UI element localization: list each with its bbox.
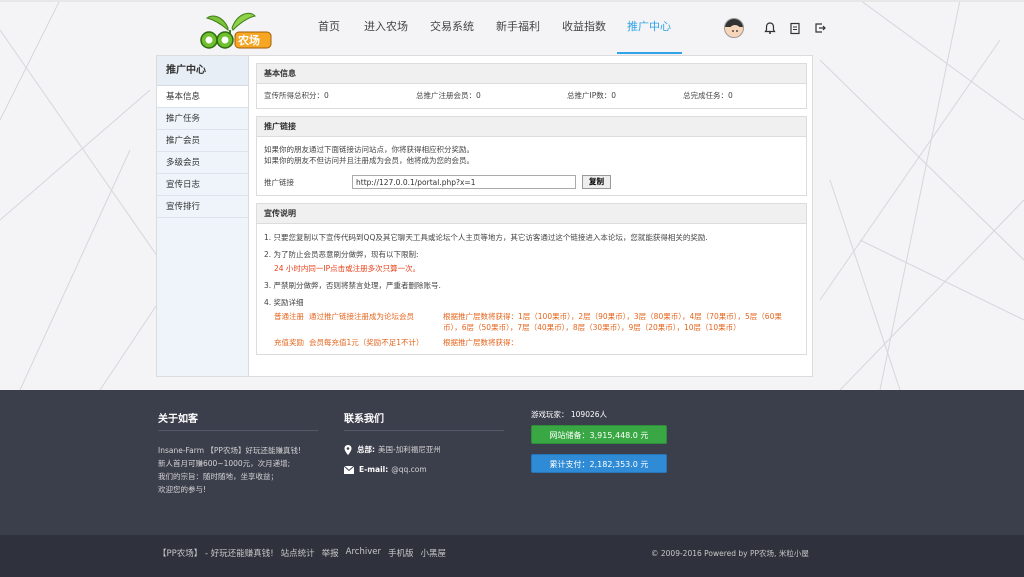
about-title: 关于如客 — [158, 414, 198, 425]
desc-item-2: 2. 为了防止会员恶意刷分做弊，现有以下限制: — [264, 250, 419, 259]
players-count: 游戏玩家： 109026人 — [531, 410, 608, 419]
reward-row-register: 普通注册 通过推广链接注册成为论坛会员 根据推广层数将获得：1层（100果币），… — [264, 311, 799, 333]
promo-link-box: 推广链接 如果你的朋友通过下面链接访问站点，你将获得相应积分奖励。 如果你的朋友… — [256, 116, 807, 196]
promo-link-note-2: 如果你的朋友不但访问并且注册成为会员，他将成为您的会员。 — [264, 156, 474, 165]
bottom-link-report[interactable]: 举报 — [322, 547, 339, 559]
bottom-link-blackroom[interactable]: 小黑屋 — [421, 547, 447, 559]
reward-condition: 通过推广链接注册成为论坛会员 — [309, 312, 414, 321]
header-icons — [724, 18, 827, 38]
bottom-link-slogan[interactable]: 【PP农场】 - 好玩还能赚真钱! — [158, 547, 274, 559]
sidebar-item-promo-log[interactable]: 宣传日志 — [157, 174, 248, 196]
contact-divider — [344, 430, 504, 431]
bell-icon[interactable] — [763, 21, 777, 35]
address-label: 总部: — [357, 445, 375, 454]
about-line: Insane-Farm 【PP农场】好玩还能赚真钱! — [158, 446, 301, 455]
contact-email: E-mail: @qq.com — [344, 465, 427, 474]
copy-button[interactable]: 复制 — [582, 175, 611, 189]
sidebar-title: 推广中心 — [157, 56, 248, 86]
copyright: © 2009-2016 Powered by PP农场, 米粒小屋 — [651, 549, 809, 558]
nav-enter-farm[interactable]: 进入农场 — [353, 2, 419, 54]
desc-item-4: 4. 奖励详细 — [264, 298, 304, 307]
promo-link-label: 推广链接 — [264, 177, 294, 187]
main-content: 基本信息 宣传所得总积分：0 总推广注册会员：0 总推广IP数：0 总完成任务：… — [256, 63, 807, 355]
content-panel: 推广中心 基本信息 推广任务 推广会员 多级会员 宣传日志 宣传排行 基本信息 … — [156, 55, 813, 377]
desc-item-2-rule: 24 小时内同一IP点击或注册多次只算一次。 — [274, 264, 421, 273]
promo-desc-title: 宣传说明 — [257, 204, 806, 224]
promo-desc-box: 宣传说明 1. 只要您复制以下宣传代码到QQ及其它聊天工具或论坛个人主页等地方，… — [256, 203, 807, 355]
stat-completed-tasks: 总完成任务：0 — [683, 91, 733, 100]
site-reserve-badge: 网站储备：3,915,448.0 元 — [531, 425, 667, 444]
sprout-logo[interactable]: 农场 — [195, 6, 275, 52]
clipboard-icon[interactable] — [788, 21, 802, 35]
contact-title: 联系我们 — [344, 414, 384, 425]
bottom-bar: 【PP农场】 - 好玩还能赚真钱! 站点统计 举报 Archiver 手机版 小… — [0, 535, 1024, 577]
about-line: 新人首月可赚600~1000元，次月递增; — [158, 459, 291, 468]
desc-item-1: 1. 只要您复制以下宣传代码到QQ及其它聊天工具或论坛个人主页等地方，其它访客通… — [264, 233, 708, 242]
promo-link-input[interactable] — [352, 175, 576, 189]
sidebar-item-basic-info[interactable]: 基本信息 — [157, 86, 248, 108]
about-text: Insane-Farm 【PP农场】好玩还能赚真钱! 新人首月可赚600~100… — [158, 444, 328, 496]
basic-info-title: 基本信息 — [257, 64, 806, 84]
contact-address: 总部: 美国-加利福尼亚州 — [344, 444, 441, 455]
about-line: 我们的宗旨：随时随地，坐享收益； — [158, 472, 278, 481]
svg-text:农场: 农场 — [237, 33, 260, 47]
sidebar-item-promo-members[interactable]: 推广会员 — [157, 130, 248, 152]
reward-row-recharge: 充值奖励 会员每充值1元（奖励不足1不计） 根据推广层数将获得： — [264, 337, 799, 348]
envelope-icon — [344, 465, 354, 474]
about-divider — [158, 430, 318, 431]
footer: 关于如客 Insane-Farm 【PP农场】好玩还能赚真钱! 新人首月可赚60… — [0, 390, 1024, 535]
desc-item-3: 3. 严禁刷分做弊，否则将禁言处理，严重者删除账号. — [264, 281, 441, 290]
promo-link-title: 推广链接 — [257, 117, 806, 137]
stats-row: 宣传所得总积分：0 总推广注册会员：0 总推广IP数：0 总完成任务：0 — [257, 84, 806, 108]
reward-name: 充值奖励 — [274, 338, 304, 347]
reward-name: 普通注册 — [274, 312, 304, 321]
about-line: 欢迎您的参与! — [158, 485, 207, 494]
sidebar-item-multilevel-members[interactable]: 多级会员 — [157, 152, 248, 174]
map-pin-icon — [344, 444, 352, 455]
bottom-link-stats[interactable]: 站点统计 — [281, 547, 315, 559]
avatar[interactable] — [724, 18, 744, 38]
nav-newbie-benefits[interactable]: 新手福利 — [485, 2, 551, 54]
bottom-link-archiver[interactable]: Archiver — [346, 547, 381, 559]
nav-home[interactable]: 首页 — [307, 2, 351, 54]
bottom-link-mobile[interactable]: 手机版 — [388, 547, 414, 559]
reward-detail: 根据推广层数将获得：1层（100果币），2层（90果币），3层（80果币），4层… — [443, 312, 782, 332]
sidebar-item-promo-ranking[interactable]: 宣传排行 — [157, 196, 248, 218]
logout-icon[interactable] — [813, 21, 827, 35]
promo-link-note-1: 如果你的朋友通过下面链接访问站点，你将获得相应积分奖励。 — [264, 145, 474, 154]
reward-detail: 根据推广层数将获得： — [443, 338, 518, 347]
sidebar-item-promo-tasks[interactable]: 推广任务 — [157, 108, 248, 130]
email-label: E-mail: — [359, 465, 389, 474]
sidebar: 推广中心 基本信息 推广任务 推广会员 多级会员 宣传日志 宣传排行 — [157, 56, 249, 376]
bottom-links: 【PP农场】 - 好玩还能赚真钱! 站点统计 举报 Archiver 手机版 小… — [158, 547, 453, 559]
stat-total-points: 宣传所得总积分：0 — [264, 91, 329, 100]
reward-condition: 会员每充值1元（奖励不足1不计） — [309, 338, 424, 347]
total-paid-badge: 累计支付：2,182,353.0 元 — [531, 454, 667, 473]
nav-promotion-center[interactable]: 推广中心 — [617, 2, 682, 54]
basic-info-box: 基本信息 宣传所得总积分：0 总推广注册会员：0 总推广IP数：0 总完成任务：… — [256, 63, 807, 109]
nav-income-index[interactable]: 收益指数 — [551, 2, 617, 54]
header: 农场 首页 进入农场 交易系统 新手福利 收益指数 推广中心 — [0, 2, 1024, 54]
nav-trade[interactable]: 交易系统 — [419, 2, 485, 54]
main-nav: 首页 进入农场 交易系统 新手福利 收益指数 推广中心 — [307, 2, 682, 54]
email-value[interactable]: @qq.com — [391, 465, 426, 474]
address-value: 美国-加利福尼亚州 — [378, 445, 441, 454]
stat-registered-members: 总推广注册会员：0 — [416, 91, 481, 100]
stat-ip-count: 总推广IP数：0 — [567, 91, 617, 100]
